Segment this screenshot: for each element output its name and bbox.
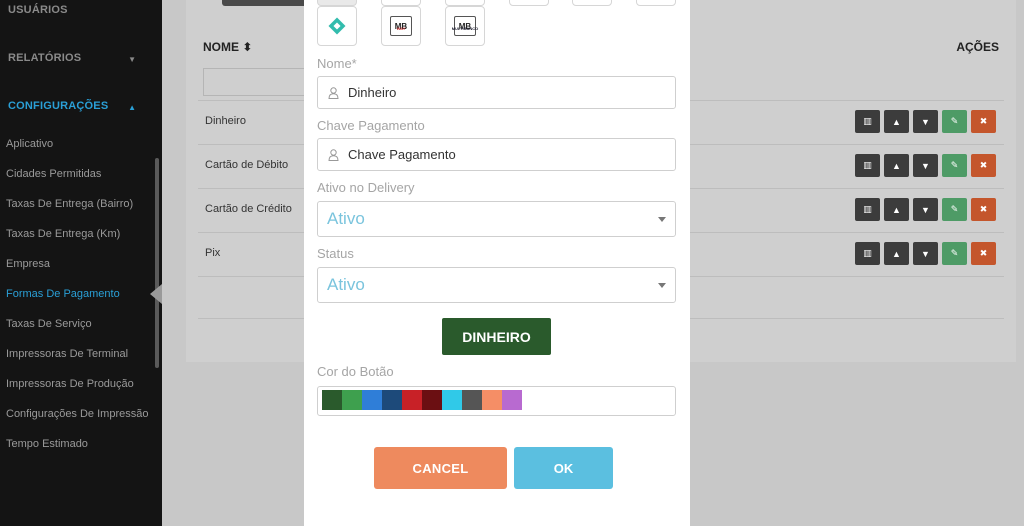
delete-icon[interactable]: ✖ [971,242,996,265]
nome-value: Dinheiro [348,85,397,100]
chave-field[interactable]: Chave Pagamento [317,138,676,171]
active-pointer-icon [150,284,162,304]
payment-tile-partial[interactable] [572,0,612,6]
status-label: Status [317,246,354,261]
multibanco-icon[interactable]: MB MULTIBANCO [445,6,485,46]
payment-tile-partial[interactable] [509,0,549,6]
sidebar-item-formas-pagamento[interactable]: Formas De Pagamento [6,288,120,300]
payment-tile-partial[interactable] [636,0,676,6]
nome-field[interactable]: Dinheiro [317,76,676,109]
delivery-value: Ativo [327,209,365,228]
pix-icon[interactable] [317,6,357,46]
columns-icon[interactable]: ▥ [855,154,880,177]
sidebar-scrollbar[interactable] [155,158,159,368]
mbway-logo-sub: WAY [396,26,406,31]
chevron-down-icon: ▼ [128,55,136,64]
row-name: Cartão de Crédito [205,203,292,215]
multibanco-logo: MB MULTIBANCO [451,16,479,36]
move-up-icon[interactable]: ▲ [884,198,909,221]
mbway-logo: MB WAY [390,16,412,36]
row-actions: ▥ ▲ ▼ ✎ ✖ [855,242,996,265]
move-down-icon[interactable]: ▼ [913,242,938,265]
color-swatch[interactable] [442,390,462,410]
sidebar-item-taxas-entrega-bairro[interactable]: Taxas De Entrega (Bairro) [6,198,133,210]
move-down-icon[interactable]: ▼ [913,154,938,177]
delivery-label: Ativo no Delivery [317,180,415,195]
row-name: Pix [205,247,221,259]
color-swatch[interactable] [402,390,422,410]
color-swatch[interactable] [362,390,382,410]
sidebar-section-relatorios[interactable]: RELATÓRIOS [8,52,81,64]
columns-icon[interactable]: ▥ [855,110,880,133]
nome-label: Nome* [317,56,357,71]
ok-button[interactable]: OK [514,447,613,489]
delete-icon[interactable]: ✖ [971,154,996,177]
move-up-icon[interactable]: ▲ [884,154,909,177]
cancel-button[interactable]: CANCEL [374,447,507,489]
color-swatch[interactable] [342,390,362,410]
sidebar-section-usuarios[interactable]: USUÁRIOS [8,4,68,16]
chevron-down-icon [658,217,666,222]
move-down-icon[interactable]: ▼ [913,198,938,221]
sidebar-item-tempo-estimado[interactable]: Tempo Estimado [6,438,88,450]
edit-icon[interactable]: ✎ [942,110,967,133]
move-down-icon[interactable]: ▼ [913,110,938,133]
sidebar-item-impressoras-terminal[interactable]: Impressoras De Terminal [6,348,128,360]
columns-icon[interactable]: ▥ [855,242,880,265]
edit-icon[interactable]: ✎ [942,154,967,177]
sidebar-item-impressoras-producao[interactable]: Impressoras De Produção [6,378,134,390]
sidebar-item-cidades-permitidas[interactable]: Cidades Permitidas [6,168,101,180]
row-name: Dinheiro [205,115,246,127]
payment-method-modal: MB WAY MB MULTIBANCO Nome* Dinheiro Chav… [304,0,690,526]
edit-icon[interactable]: ✎ [942,198,967,221]
multibanco-logo-sub: MULTIBANCO [451,26,479,31]
column-header-acoes: AÇÕES [956,40,999,54]
sidebar-item-taxas-entrega-km[interactable]: Taxas De Entrega (Km) [6,228,120,240]
color-swatch[interactable] [382,390,402,410]
delete-icon[interactable]: ✖ [971,110,996,133]
chave-label: Chave Pagamento [317,118,425,133]
row-actions: ▥ ▲ ▼ ✎ ✖ [855,198,996,221]
color-swatch[interactable] [322,390,342,410]
chave-placeholder: Chave Pagamento [348,147,456,162]
color-swatch[interactable] [482,390,502,410]
mbway-icon[interactable]: MB WAY [381,6,421,46]
chevron-up-icon: ▲ [128,103,136,112]
sidebar: USUÁRIOS RELATÓRIOS ▼ CONFIGURAÇÕES ▲ Ap… [0,0,162,526]
move-up-icon[interactable]: ▲ [884,110,909,133]
status-select[interactable]: Ativo [317,267,676,303]
sidebar-item-taxas-servico[interactable]: Taxas De Serviço [6,318,92,330]
sidebar-item-aplicativo[interactable]: Aplicativo [6,138,53,150]
move-up-icon[interactable]: ▲ [884,242,909,265]
color-swatch[interactable] [422,390,442,410]
delivery-select[interactable]: Ativo [317,201,676,237]
sidebar-section-configuracoes[interactable]: CONFIGURAÇÕES [8,100,108,112]
columns-icon[interactable]: ▥ [855,198,880,221]
user-icon [328,86,339,99]
color-picker [317,386,676,416]
color-swatch[interactable] [502,390,522,410]
button-preview: DINHEIRO [442,318,551,355]
row-name: Cartão de Débito [205,159,289,171]
name-filter-input[interactable] [203,68,313,96]
color-swatch[interactable] [462,390,482,410]
color-label: Cor do Botão [317,364,394,379]
chevron-down-icon [658,283,666,288]
delete-icon[interactable]: ✖ [971,198,996,221]
user-icon [328,148,339,161]
status-value: Ativo [327,275,365,294]
row-actions: ▥ ▲ ▼ ✎ ✖ [855,154,996,177]
row-actions: ▥ ▲ ▼ ✎ ✖ [855,110,996,133]
sidebar-item-configuracoes-impressao[interactable]: Configurações De Impressão [6,408,148,420]
column-header-nome[interactable]: NOME ⬍ [203,40,252,54]
edit-icon[interactable]: ✎ [942,242,967,265]
sidebar-item-empresa[interactable]: Empresa [6,258,50,270]
